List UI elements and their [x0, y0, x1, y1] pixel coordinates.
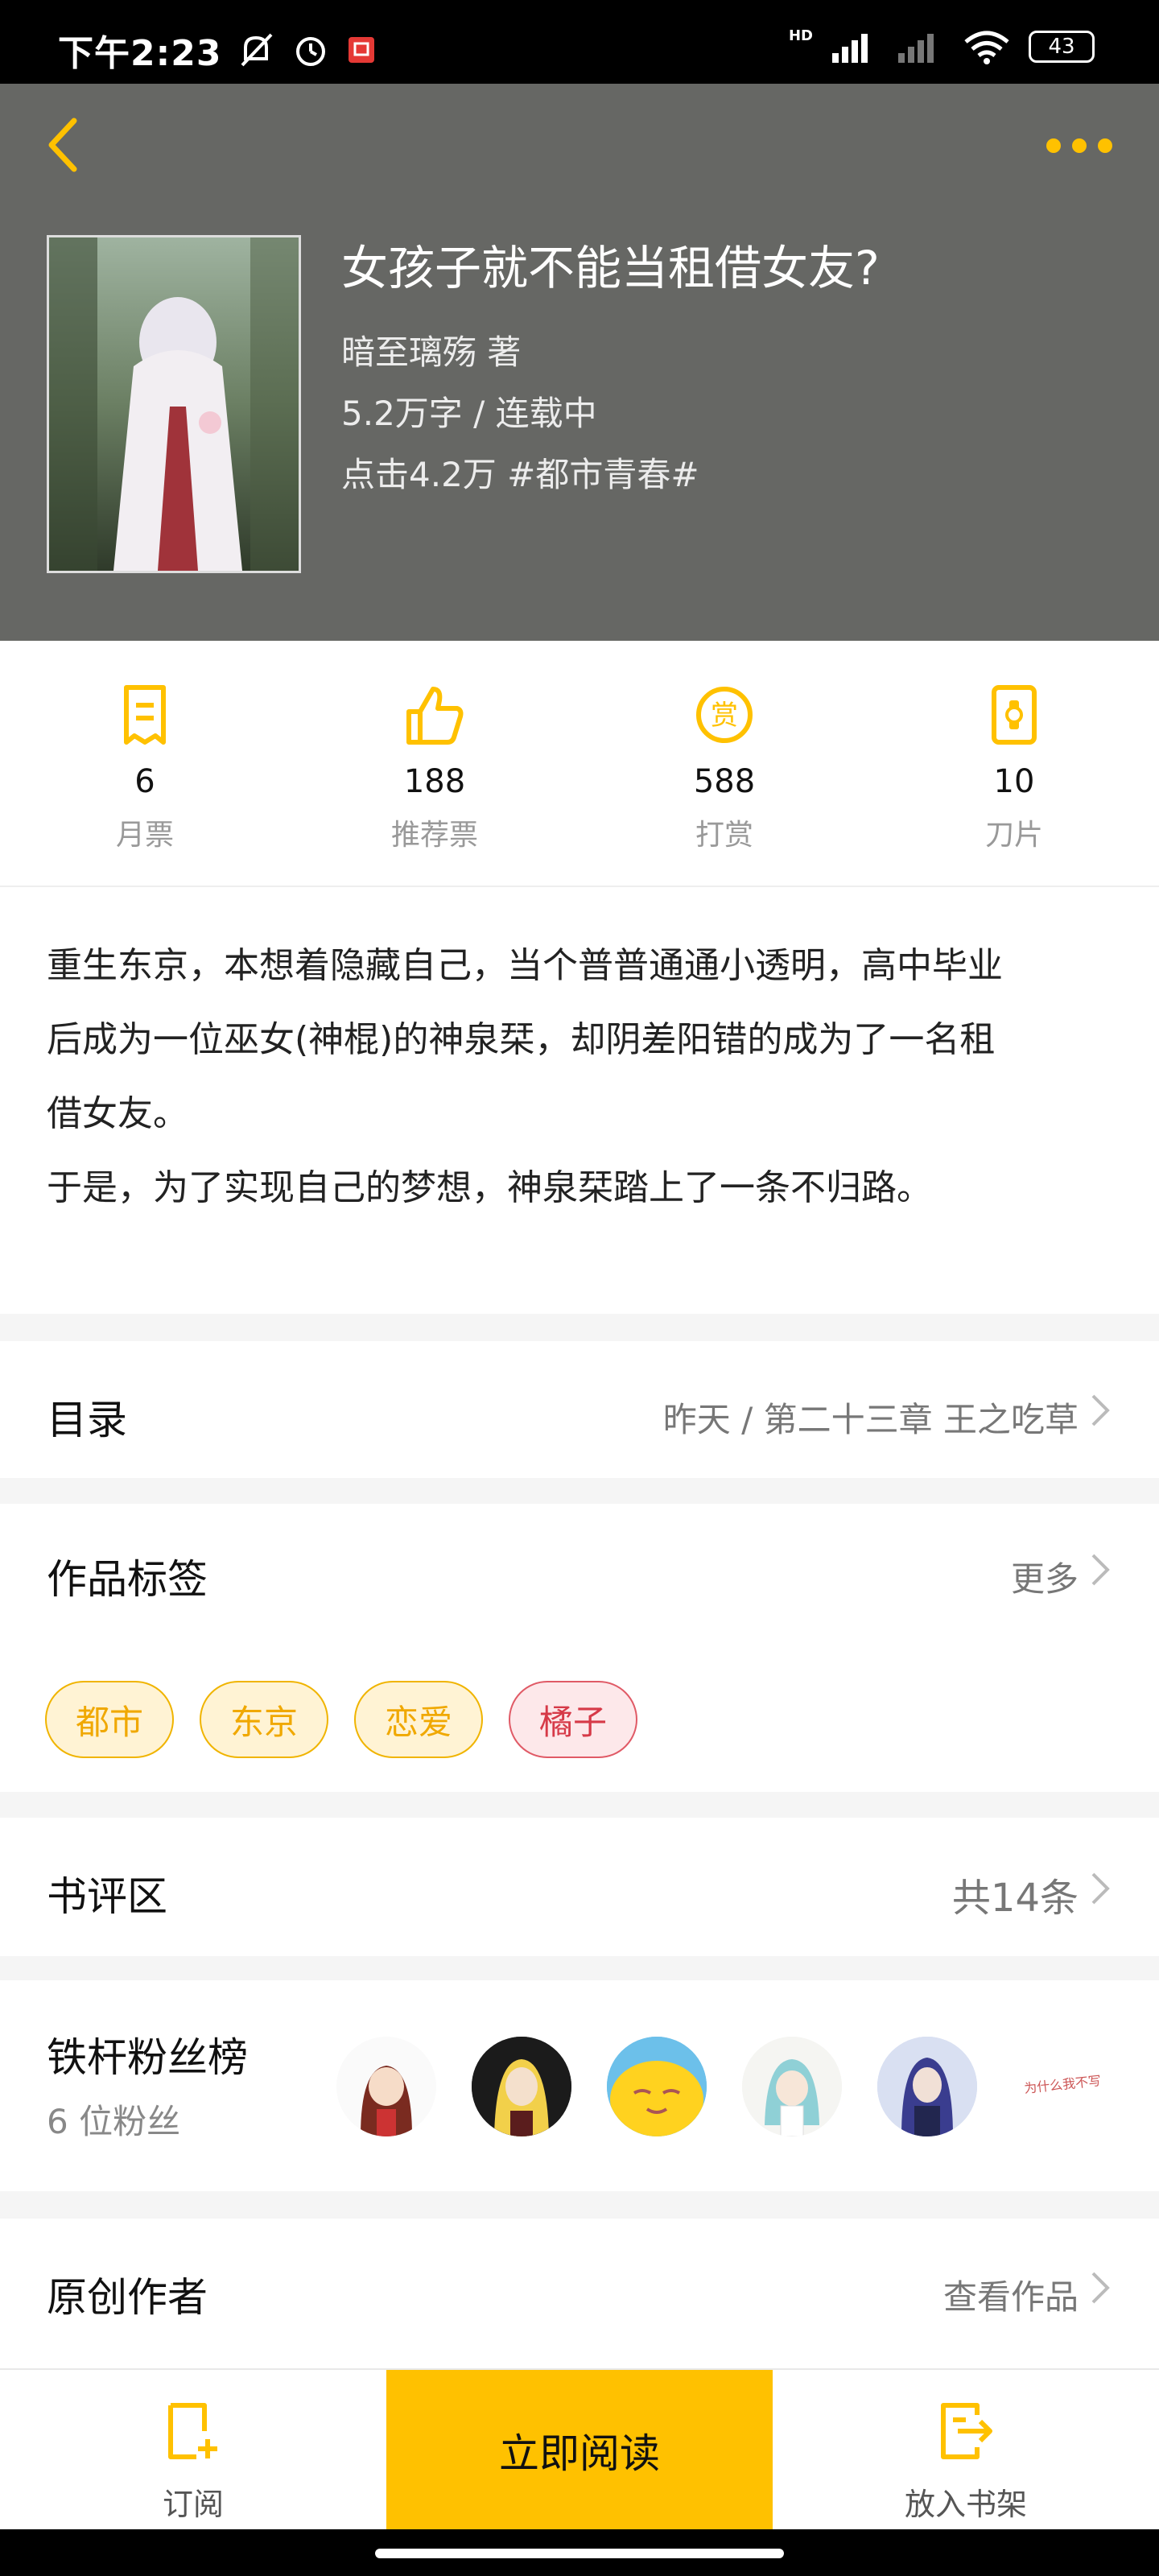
catalog-title: 目录 — [47, 1397, 127, 1443]
fan-avatar[interactable] — [336, 2037, 436, 2136]
tag-chip[interactable]: 恋爱 — [354, 1681, 483, 1758]
stat-label: 刀片 — [984, 819, 1043, 852]
add-to-shelf-label: 放入书架 — [904, 2487, 1027, 2522]
book-word-count-status: 5.2万字 / 连载中 — [341, 394, 597, 433]
stat-value: 588 — [693, 763, 756, 800]
author-section-title: 原创作者 — [47, 2274, 208, 2321]
hd-label: HD — [788, 27, 813, 44]
read-now-button[interactable]: 立即阅读 — [386, 2370, 773, 2531]
app-notification-icon — [349, 37, 375, 63]
latest-chapter: 昨天 / 第二十三章 王之吃草 — [662, 1400, 1079, 1439]
reviews-title: 书评区 — [47, 1873, 167, 1920]
thumbs-up-icon — [406, 687, 464, 745]
subscribe-icon — [168, 2403, 217, 2459]
reward-coin-icon: 赏 — [696, 687, 753, 743]
synopsis-line: 后成为一位巫女(神棍)的神泉栞，却阴差阳错的成为了一名租 — [47, 1019, 996, 1060]
stat-value: 6 — [134, 763, 155, 800]
status-bar: 下午2:23 HD 43 — [0, 0, 1159, 84]
stat-label: 推荐票 — [390, 819, 478, 852]
back-arrow-icon[interactable] — [42, 113, 90, 177]
svg-text:赏: 赏 — [711, 700, 738, 732]
battery-indicator: 43 — [1029, 31, 1095, 63]
synopsis-line: 于是，为了实现自己的梦想，神泉栞踏上了一条不归路。 — [47, 1167, 932, 1208]
system-nav-bar — [0, 2529, 1159, 2576]
bottom-action-bar: 订阅 立即阅读 放入书架 — [0, 2368, 1159, 2531]
catalog-row[interactable]: 目录 昨天 / 第二十三章 王之吃草 — [0, 1341, 1159, 1478]
reviews-count: 共14条 — [951, 1876, 1079, 1921]
signal-weak-icon — [898, 34, 934, 63]
tags-more-link[interactable]: 更多 — [1011, 1552, 1079, 1601]
fan-avatar-text: 为什么我不写 — [1023, 2073, 1102, 2096]
fan-avatar[interactable]: 为什么我不写 — [1013, 2037, 1112, 2136]
home-indicator[interactable] — [375, 2549, 784, 2558]
chevron-right-icon — [1091, 1394, 1110, 1426]
fan-avatar[interactable] — [607, 2037, 707, 2136]
alarm-icon — [296, 37, 326, 66]
ticket-icon — [124, 685, 166, 745]
stat-recommend-ticket[interactable]: 188 推荐票 — [314, 683, 555, 853]
stat-reward[interactable]: 赏 588 打赏 — [604, 683, 845, 853]
synopsis-line: 借女友。 — [47, 1093, 188, 1134]
add-to-shelf-icon — [941, 2403, 992, 2459]
view-works-link[interactable]: 查看作品 — [943, 2270, 1079, 2319]
tag-chip[interactable]: 橘子 — [509, 1681, 637, 1758]
fan-avatar[interactable] — [877, 2037, 977, 2136]
stat-monthly-ticket[interactable]: 6 月票 — [24, 683, 266, 853]
tag-chip[interactable]: 东京 — [200, 1681, 328, 1758]
mute-icon — [241, 33, 273, 67]
reviews-row[interactable]: 书评区 共14条 — [0, 1818, 1159, 1956]
chevron-right-icon — [1091, 2272, 1110, 2304]
stat-label: 月票 — [115, 819, 174, 852]
blade-icon — [992, 685, 1037, 745]
original-author-row[interactable]: 原创作者 查看作品 — [0, 2219, 1159, 2368]
more-options-icon[interactable] — [1046, 134, 1114, 158]
stat-value: 10 — [993, 763, 1035, 800]
subscribe-label: 订阅 — [162, 2487, 224, 2522]
synopsis-line: 重生东京，本想着隐藏自己，当个普普通通小透明，高中毕业 — [47, 945, 1003, 986]
fan-avatar[interactable] — [472, 2037, 571, 2136]
stat-blade[interactable]: 10 刀片 — [893, 683, 1135, 853]
book-author[interactable]: 暗至璃殇 著 — [341, 325, 521, 374]
signal-icon — [832, 34, 868, 63]
wifi-icon — [964, 31, 1009, 64]
add-to-shelf-button[interactable]: 放入书架 — [773, 2370, 1159, 2531]
fans-count: 6 位粉丝 — [47, 2102, 181, 2141]
stat-value: 188 — [403, 763, 466, 800]
stats-section: 6 月票 188 推荐票 赏 588 打赏 10 刀片 — [0, 641, 1159, 887]
chevron-right-icon[interactable] — [1090, 1552, 1111, 1587]
status-time: 下午2:23 — [58, 33, 222, 74]
book-title: 女孩子就不能当租借女友? — [341, 241, 880, 295]
chevron-right-icon — [1091, 1872, 1110, 1905]
battery-level: 43 — [1048, 35, 1075, 59]
tags-title: 作品标签 — [47, 1556, 208, 1603]
fans-row[interactable]: 铁杆粉丝榜 6 位粉丝 — [0, 1980, 1159, 2191]
subscribe-button[interactable]: 订阅 — [0, 2370, 386, 2531]
book-cover[interactable] — [47, 235, 301, 573]
tag-chip[interactable]: 都市 — [45, 1681, 174, 1758]
fan-avatar[interactable] — [742, 2037, 842, 2136]
synopsis[interactable]: 重生东京，本想着隐藏自己，当个普普通通小透明，高中毕业 后成为一位巫女(神棍)的… — [0, 887, 1159, 1314]
stat-label: 打赏 — [695, 819, 753, 852]
fans-title: 铁杆粉丝榜 — [47, 2034, 248, 2081]
book-clicks-genre: 点击4.2万 #都市青春# — [341, 455, 699, 494]
